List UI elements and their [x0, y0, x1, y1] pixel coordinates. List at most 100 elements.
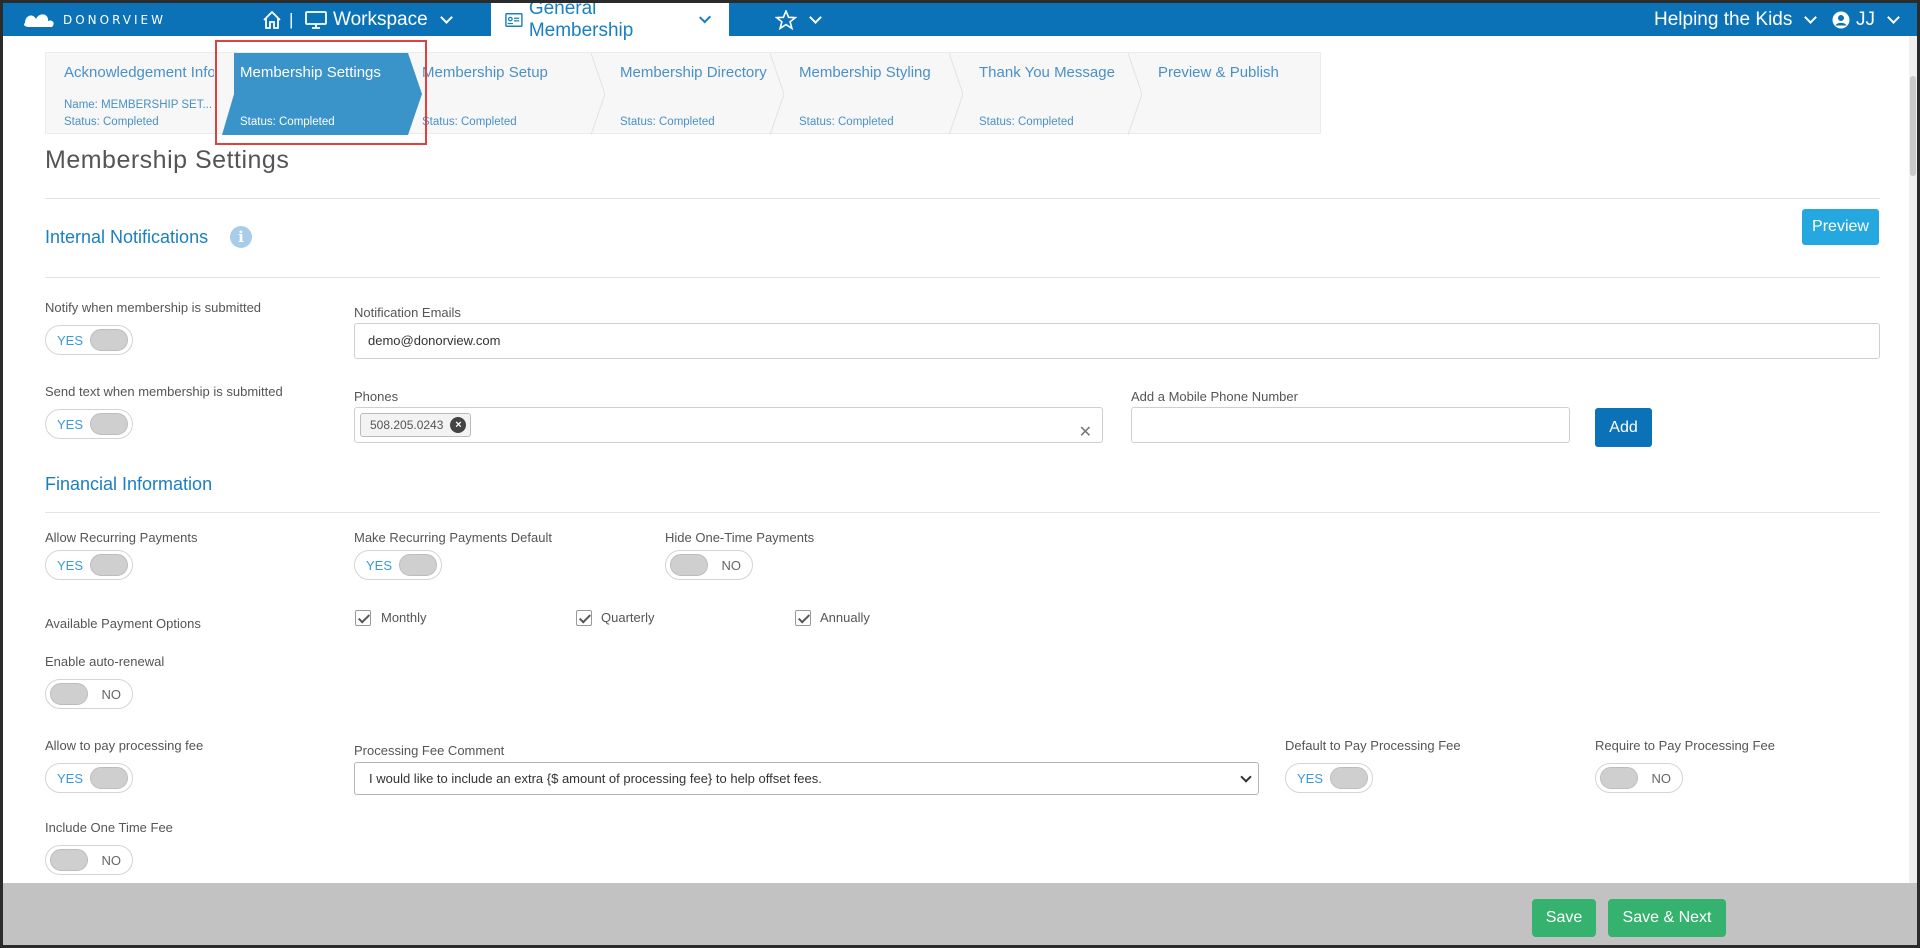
- toggle-text: YES: [1297, 771, 1324, 786]
- one-time-fee-toggle[interactable]: NO: [45, 845, 133, 875]
- chevron-down-icon: [1887, 10, 1900, 24]
- allow-recurring-toggle[interactable]: YES: [45, 550, 133, 580]
- workspace-menu[interactable]: Workspace: [305, 3, 457, 36]
- active-step-highlight: [215, 40, 427, 145]
- step-membership-setup[interactable]: Membership Setup Status: Completed: [422, 53, 602, 135]
- default-fee-toggle[interactable]: YES: [1285, 763, 1373, 793]
- step-status: Status: Completed: [64, 116, 159, 128]
- close-icon[interactable]: ×: [450, 417, 467, 433]
- form-label: General Membership: [528, 3, 634, 41]
- chevron-down-icon: [1804, 10, 1818, 24]
- add-phone-button[interactable]: Add: [1595, 408, 1652, 447]
- step-preview-publish[interactable]: Preview & Publish: [1140, 53, 1320, 135]
- logo[interactable]: DONORVIEW: [21, 9, 166, 31]
- auto-renewal-label: Enable auto-renewal: [45, 654, 165, 669]
- step-status: Status: Completed: [799, 116, 894, 128]
- user-circle-icon: [1832, 11, 1850, 28]
- step-acknowledgement-info[interactable]: Acknowledgement Info Name: MEMBERSHIP SE…: [46, 53, 222, 135]
- section-title-internal-notifications: Internal Notifications: [45, 227, 209, 247]
- toggle-knob: [90, 413, 128, 435]
- save-next-button[interactable]: Save & Next: [1608, 899, 1726, 937]
- close-icon[interactable]: ✕: [1079, 416, 1092, 450]
- home-button[interactable]: |: [261, 3, 293, 36]
- id-card-icon: [505, 12, 523, 27]
- step-name: Name: MEMBERSHIP SET...: [64, 99, 213, 111]
- save-button[interactable]: Save: [1532, 899, 1596, 937]
- monthly-checkbox[interactable]: [355, 610, 371, 626]
- app-window: DONORVIEW | Workspace General Membership: [3, 3, 1917, 945]
- toggle-knob: [1330, 767, 1368, 789]
- toggle-knob: [1600, 767, 1638, 789]
- notification-emails-label: Notification Emails: [354, 305, 461, 320]
- quarterly-checkbox[interactable]: [576, 610, 592, 626]
- annually-label: Annually: [820, 610, 870, 625]
- require-fee-toggle[interactable]: NO: [1595, 763, 1683, 793]
- send-text-toggle[interactable]: YES: [45, 409, 133, 439]
- payment-options-label: Available Payment Options: [45, 616, 201, 631]
- star-icon: [775, 9, 797, 30]
- hide-onetime-label: Hide One-Time Payments: [665, 530, 815, 545]
- send-text-label: Send text when membership is submitted: [45, 384, 283, 399]
- step-title: Preview & Publish: [1158, 64, 1279, 81]
- step-title: Membership Directory: [620, 64, 767, 81]
- preview-button[interactable]: Preview: [1802, 209, 1879, 245]
- phone-tag-text: 508.205.0243: [370, 418, 444, 432]
- form-menu[interactable]: General Membership: [491, 3, 729, 41]
- divider: [45, 198, 1880, 199]
- chevron-down-icon: [698, 10, 711, 24]
- phone-tag: 508.205.0243 ×: [360, 413, 472, 437]
- top-navbar: DONORVIEW | Workspace General Membership: [3, 3, 1917, 41]
- step-membership-directory[interactable]: Membership Directory Status: Completed: [602, 53, 782, 135]
- toggle-text: YES: [57, 771, 84, 786]
- phones-label: Phones: [354, 389, 399, 404]
- toggle-knob: [670, 554, 708, 576]
- footer-bar: Save Save & Next: [3, 883, 1917, 945]
- nav-divider: |: [289, 9, 294, 29]
- toggle-text: YES: [57, 417, 84, 432]
- processing-fee-toggle[interactable]: YES: [45, 763, 133, 793]
- fee-comment-select[interactable]: I would like to include an extra {$ amou…: [354, 762, 1259, 795]
- hide-onetime-toggle[interactable]: NO: [665, 550, 753, 580]
- notify-toggle[interactable]: YES: [45, 325, 133, 355]
- toggle-knob: [50, 683, 88, 705]
- section-title-financial-information: Financial Information: [45, 474, 213, 494]
- auto-renewal-toggle[interactable]: NO: [45, 679, 133, 709]
- info-icon[interactable]: i: [230, 226, 252, 248]
- workspace-label: Workspace: [333, 8, 428, 30]
- fee-comment-label: Processing Fee Comment: [354, 743, 505, 758]
- toggle-knob: [90, 554, 128, 576]
- step-thank-you-message[interactable]: Thank You Message Status: Completed: [961, 53, 1141, 135]
- monthly-label: Monthly: [381, 610, 427, 625]
- add-phone-input[interactable]: [1131, 407, 1570, 443]
- toggle-text: YES: [57, 558, 84, 573]
- phones-input[interactable]: 508.205.0243 × ✕: [354, 407, 1103, 443]
- favorites-menu[interactable]: [775, 3, 826, 36]
- toggle-text: NO: [101, 853, 122, 868]
- allow-recurring-label: Allow Recurring Payments: [45, 530, 198, 545]
- divider: [45, 277, 1880, 278]
- organization-menu[interactable]: Helping the Kids: [1654, 3, 1821, 36]
- one-time-fee-label: Include One Time Fee: [45, 820, 173, 835]
- recurring-default-toggle[interactable]: YES: [354, 550, 442, 580]
- monitor-icon: [305, 10, 327, 29]
- toggle-text: NO: [721, 558, 742, 573]
- step-title: Acknowledgement Info: [64, 64, 214, 81]
- quarterly-label: Quarterly: [601, 610, 655, 625]
- toggle-text: NO: [1651, 771, 1672, 786]
- page-scrollbar[interactable]: [1909, 36, 1917, 883]
- step-status: Status: Completed: [620, 116, 715, 128]
- user-menu[interactable]: JJ: [1832, 3, 1904, 36]
- toggle-knob: [50, 849, 88, 871]
- add-phone-label: Add a Mobile Phone Number: [1131, 389, 1298, 404]
- toggle-knob: [90, 767, 128, 789]
- step-membership-styling[interactable]: Membership Styling Status: Completed: [781, 53, 961, 135]
- logo-text: DONORVIEW: [63, 13, 166, 27]
- toggle-text: NO: [101, 687, 122, 702]
- scrollbar-thumb[interactable]: [1910, 76, 1916, 176]
- notification-emails-input[interactable]: demo@donorview.com: [354, 323, 1880, 359]
- require-fee-label: Require to Pay Processing Fee: [1595, 738, 1775, 753]
- organization-label: Helping the Kids: [1654, 8, 1793, 30]
- annually-checkbox[interactable]: [795, 610, 811, 626]
- logo-icon: [24, 14, 54, 27]
- step-status: Status: Completed: [422, 116, 517, 128]
